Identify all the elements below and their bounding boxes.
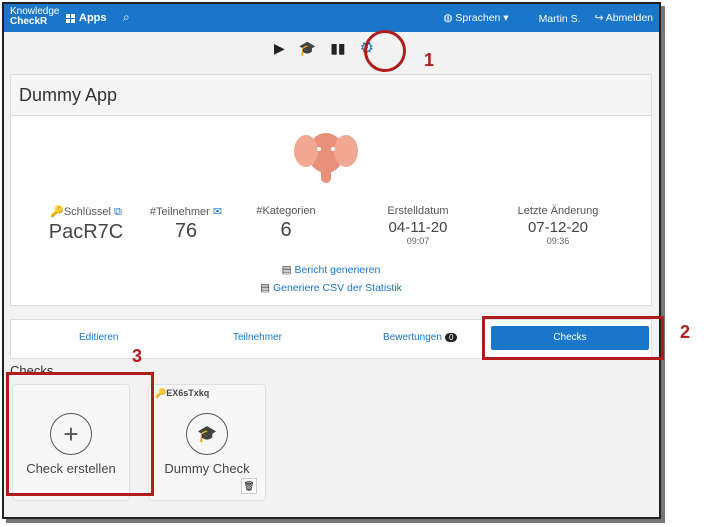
- stat-created-label: Erstelldatum: [387, 205, 449, 217]
- user-menu[interactable]: 👤 Martin S.: [523, 12, 581, 25]
- annotation-box-2: [482, 316, 664, 360]
- ratings-count-badge: 0: [444, 333, 458, 342]
- tab-ratings-label: Bewertungen: [383, 332, 442, 343]
- tab-ratings[interactable]: Bewertungen 0: [383, 332, 458, 343]
- app-stats: 🔑Schlüssel ⧉ PacR7C #Teilnehmer ✉ 76 #Ka…: [11, 205, 651, 265]
- stat-created-value: 04-11-20: [388, 219, 448, 236]
- generate-report-link[interactable]: ▤ Bericht generieren: [11, 261, 651, 279]
- mail-icon[interactable]: ✉: [213, 206, 222, 218]
- language-label: Sprachen ▾: [455, 12, 509, 24]
- file-icon: ▤: [260, 282, 271, 294]
- stat-categories: #Kategorien 6: [231, 205, 341, 242]
- bar-chart-icon[interactable]: ▮▮: [330, 40, 345, 57]
- language-menu[interactable]: ◍ Sprachen ▾: [443, 12, 508, 25]
- annotation-circle-1: [364, 30, 406, 72]
- apps-menu[interactable]: Apps: [66, 12, 107, 24]
- app-iconbar: ▶ 🎓 ▮▮ ⚙: [274, 38, 374, 58]
- annotation-box-3: [6, 372, 154, 496]
- tab-edit[interactable]: Editieren: [79, 332, 118, 343]
- stat-categories-label: #Kategorien: [256, 205, 316, 217]
- stat-modified-value: 07-12-20: [527, 219, 589, 236]
- stat-modified-time: 09:36: [546, 236, 570, 246]
- stat-participants-label: #Teilnehmer: [149, 206, 210, 218]
- report-links: ▤ Bericht generieren ▤ Generiere CSV der…: [11, 261, 651, 297]
- brand-logo[interactable]: Knowledge CheckR: [10, 7, 59, 27]
- stat-key-label: Schlüssel: [63, 206, 111, 218]
- file-icon: ▤: [281, 264, 292, 276]
- apps-label: Apps: [79, 12, 107, 24]
- check-tile[interactable]: 🔑EX6sTxkq 🎓 Dummy Check 🗑: [148, 384, 266, 501]
- app-title: Dummy App: [11, 75, 651, 116]
- user-name: Martin S.: [538, 13, 581, 25]
- stat-categories-value: 6: [280, 219, 292, 241]
- stat-participants-value: 76: [174, 220, 198, 242]
- stat-created: Erstelldatum 04-11-20 09:07: [363, 205, 473, 246]
- grid-icon: [66, 13, 75, 23]
- key-icon: 🔑: [50, 206, 64, 218]
- annotation-number-3: 3: [132, 346, 143, 366]
- stat-participants: #Teilnehmer ✉ 76: [131, 205, 241, 243]
- generate-csv-label: Generiere CSV der Statistik: [272, 282, 402, 294]
- logout-link[interactable]: ↪ Abmelden: [595, 12, 653, 25]
- check-key-value: EX6sTxkq: [166, 388, 210, 398]
- annotation-number-2: 2: [680, 322, 691, 342]
- top-navbar: Knowledge CheckR Apps ⌕ ◍ Sprachen ▾ 👤 M…: [4, 4, 659, 32]
- stat-modified: Letzte Änderung 07-12-20 09:36: [503, 205, 613, 246]
- annotation-number-1: 1: [424, 50, 435, 70]
- check-key: 🔑EX6sTxkq: [155, 388, 209, 399]
- stat-key: 🔑Schlüssel ⧉ PacR7C: [31, 205, 141, 244]
- stat-key-value: PacR7C: [48, 221, 124, 243]
- elephant-logo: [294, 133, 358, 183]
- logout-label: Abmelden: [605, 12, 653, 24]
- search-icon[interactable]: ⌕: [123, 10, 130, 25]
- play-icon[interactable]: ▶: [274, 40, 285, 57]
- copy-icon[interactable]: ⧉: [114, 206, 122, 218]
- generate-csv-link[interactable]: ▤ Generiere CSV der Statistik: [11, 279, 651, 297]
- stat-modified-label: Letzte Änderung: [517, 205, 599, 217]
- stat-created-time: 09:07: [406, 236, 430, 246]
- key-icon: 🔑: [155, 388, 167, 398]
- trash-icon[interactable]: 🗑: [241, 478, 257, 494]
- graduation-cap-icon[interactable]: 🎓: [299, 40, 316, 57]
- generate-report-label: Bericht generieren: [294, 264, 381, 276]
- tab-participants[interactable]: Teilnehmer: [233, 332, 282, 343]
- check-name: Dummy Check: [164, 461, 250, 476]
- brand-line2: CheckR: [10, 16, 48, 27]
- graduation-cap-icon: 🎓: [186, 413, 228, 455]
- user-nav: ◍ Sprachen ▾ 👤 Martin S. ↪ Abmelden: [443, 12, 653, 25]
- app-card: Dummy App 🔑Schlüssel ⧉ PacR7C #Teilnehme…: [10, 74, 652, 306]
